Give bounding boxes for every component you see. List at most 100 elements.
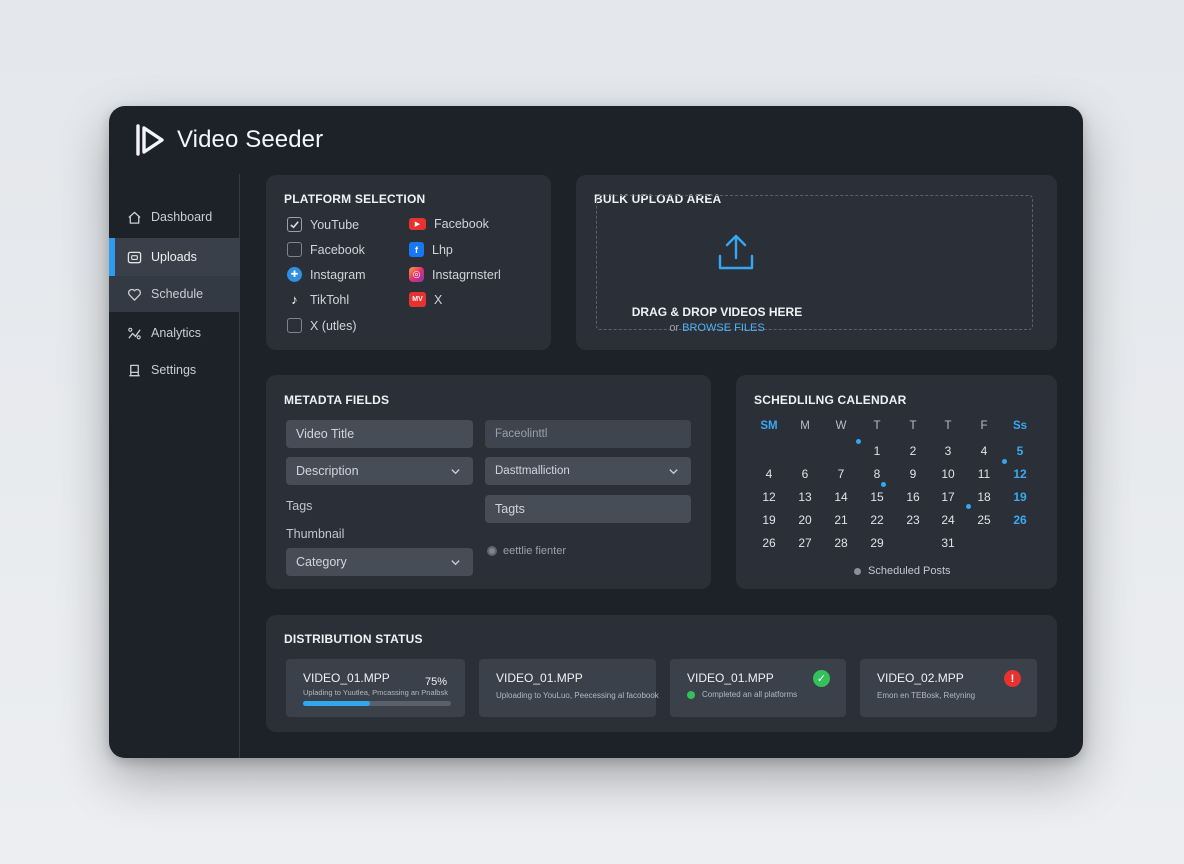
- destination-value: Dasttmalliction: [495, 465, 570, 477]
- calendar-day[interactable]: 4: [754, 467, 784, 481]
- status-card[interactable]: VIDEO_01.MPP 75% Uplading to Yuutlea, Pm…: [286, 659, 465, 717]
- description-select[interactable]: Description: [286, 457, 473, 485]
- tags-input[interactable]: Tagts: [485, 495, 691, 523]
- calendar-day[interactable]: 1: [862, 444, 892, 458]
- radio-button[interactable]: [487, 546, 497, 556]
- play-logo-icon: [136, 124, 164, 156]
- category-select[interactable]: Category: [286, 548, 473, 576]
- platform-option-facebook[interactable]: Facebook: [287, 242, 365, 257]
- calendar-day[interactable]: 5: [1005, 444, 1035, 458]
- calendar-day[interactable]: 17: [933, 490, 963, 504]
- progress-bar-fill: [303, 701, 370, 706]
- checkbox[interactable]: [287, 318, 302, 333]
- platform-label: TikTohl: [310, 292, 350, 307]
- calendar-day[interactable]: 22: [862, 513, 892, 527]
- scheduled-post-dot: [1002, 459, 1007, 464]
- sidebar-item-settings[interactable]: Settings: [109, 351, 240, 389]
- calendar-day[interactable]: 4: [969, 444, 999, 458]
- file-name: VIDEO_01.MPP: [687, 671, 774, 685]
- sidebar-item-label: Uploads: [151, 250, 197, 264]
- sidebar-item-label: Settings: [151, 363, 197, 377]
- platform-label: X (utles): [310, 318, 357, 333]
- calendar-day[interactable]: 19: [754, 513, 784, 527]
- status-text: Uplading to Yuutlea, Pmcassing an Pnalbs…: [303, 688, 448, 697]
- calendar-day[interactable]: 29: [862, 536, 892, 550]
- calendar-day[interactable]: 7: [826, 467, 856, 481]
- calendar-day[interactable]: 26: [754, 536, 784, 550]
- checkbox[interactable]: [287, 242, 302, 257]
- radio-option[interactable]: eettlie fienter: [487, 545, 566, 557]
- platform-option-right-4[interactable]: MV X: [409, 292, 442, 307]
- status-line: Completed an all platforms: [687, 690, 797, 699]
- status-card[interactable]: VIDEO_01.MPP ✓ Completed an all platform…: [670, 659, 846, 717]
- calendar-day[interactable]: 6: [790, 467, 820, 481]
- tags-label: Tags: [286, 499, 313, 513]
- destination-select[interactable]: Dasttmalliction: [485, 457, 691, 485]
- sidebar-item-label: Analytics: [151, 326, 202, 340]
- calendar-day[interactable]: 25: [969, 513, 999, 527]
- calendar-day[interactable]: 20: [790, 513, 820, 527]
- category-value: Category: [296, 555, 347, 569]
- calendar-legend: Scheduled Posts: [854, 565, 951, 577]
- sidebar-item-uploads[interactable]: Uploads: [109, 238, 240, 276]
- calendar-day[interactable]: 31: [933, 536, 963, 550]
- checkbox-checked[interactable]: [287, 217, 302, 232]
- platform-label: Lhp: [432, 242, 453, 257]
- platform-option-instagram[interactable]: ✚ Instagram: [287, 267, 366, 282]
- calendar-day[interactable]: 27: [790, 536, 820, 550]
- calendar-day[interactable]: 3: [933, 444, 963, 458]
- calendar-day[interactable]: 15: [862, 490, 892, 504]
- bulk-upload-panel: BULK UPLOAD AREA DRAG & DROP VIDEOS HERE…: [576, 175, 1057, 350]
- status-card[interactable]: VIDEO_02.MPP ! Emon en TEBosk, Retyning: [860, 659, 1037, 717]
- legend-dot: [854, 567, 861, 575]
- calendar-day[interactable]: 18: [969, 490, 999, 504]
- platform-option-right-1[interactable]: ▶ Facebook: [409, 217, 489, 231]
- calendar-day[interactable]: 24: [933, 513, 963, 527]
- facebook-icon: f: [409, 242, 424, 257]
- calendar-day[interactable]: 11: [969, 467, 999, 481]
- instagram-icon: ◎: [409, 267, 424, 282]
- platform-option-tiktok[interactable]: ♪ TikTohl: [287, 292, 349, 307]
- sidebar-item-dashboard[interactable]: Dashboard: [109, 198, 240, 236]
- calendar-weekday-header: SM: [760, 420, 778, 432]
- legend-label: Scheduled Posts: [868, 565, 951, 577]
- calendar-day[interactable]: 16: [898, 490, 928, 504]
- calendar-day[interactable]: 9: [898, 467, 928, 481]
- platform-option-right-3[interactable]: ◎ Instagrnsterl: [409, 267, 501, 282]
- calendar-day[interactable]: 12: [1005, 467, 1035, 481]
- platform-option-right-2[interactable]: f Lhp: [409, 242, 453, 257]
- calendar-day[interactable]: 12: [754, 490, 784, 504]
- drop-zone[interactable]: DRAG & DROP VIDEOS HERE or BROWSE FILES: [596, 195, 1033, 334]
- sidebar-item-schedule[interactable]: Schedule: [109, 276, 240, 312]
- file-name: VIDEO_02.MPP: [877, 671, 964, 685]
- calendar-day[interactable]: 19: [1005, 490, 1035, 504]
- calendar-day[interactable]: 13: [790, 490, 820, 504]
- calendar-day[interactable]: 14: [826, 490, 856, 504]
- browse-prefix: or: [669, 322, 680, 334]
- calendar-day[interactable]: 26: [1005, 513, 1035, 527]
- calendar-day[interactable]: 23: [898, 513, 928, 527]
- platform-option-youtube[interactable]: YouTube: [287, 217, 359, 232]
- status-text: Completed an all platforms: [702, 690, 798, 699]
- platform-label: Instagram: [310, 267, 366, 282]
- chevron-down-icon: [451, 559, 460, 565]
- calendar-day[interactable]: 28: [826, 536, 856, 550]
- calendar-weekday-header: F: [980, 420, 988, 432]
- calendar-weekday-header: W: [835, 420, 847, 432]
- browse-files-link[interactable]: BROWSE FILES: [682, 322, 765, 334]
- calendar-day[interactable]: 8: [862, 467, 892, 481]
- calendar-day[interactable]: 2: [898, 444, 928, 458]
- sidebar-item-analytics[interactable]: Analytics: [109, 314, 240, 352]
- calendar-day[interactable]: 10: [933, 467, 963, 481]
- check-circle-icon: ✓: [813, 670, 830, 687]
- video-title-input[interactable]: Video Title: [286, 420, 473, 448]
- calendar-day[interactable]: 21: [826, 513, 856, 527]
- progress-bar: [303, 701, 451, 706]
- platform-option-x[interactable]: X (utles): [287, 318, 357, 333]
- facebook-title-input[interactable]: Faceolinttl: [485, 420, 691, 448]
- status-card[interactable]: VIDEO_01.MPP Uploading to YouLuo, Peeces…: [479, 659, 659, 717]
- browse-line: or BROWSE FILES: [597, 322, 837, 334]
- radio-label: eettlie fienter: [503, 545, 566, 557]
- status-text: Emon en TEBosk, Retyning: [877, 691, 976, 700]
- video-title-placeholder: Video Title: [296, 427, 355, 441]
